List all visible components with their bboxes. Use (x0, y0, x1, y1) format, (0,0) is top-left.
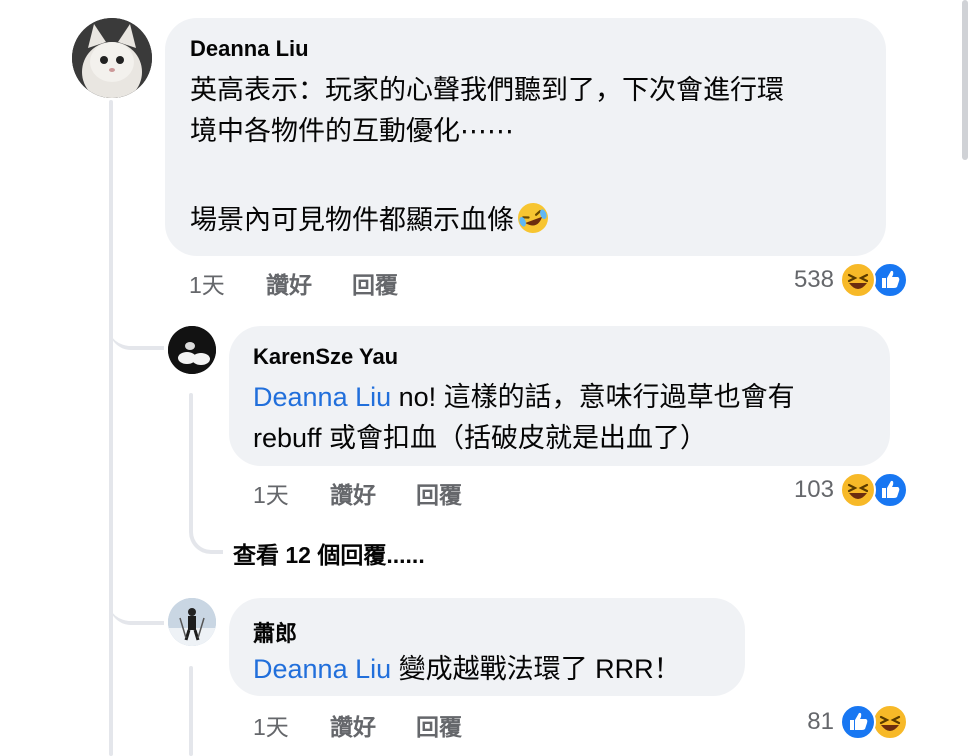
reply-time[interactable]: 1天 (253, 708, 289, 742)
comment-time[interactable]: 1天 (189, 266, 225, 300)
reply-avatar-image (168, 326, 216, 374)
haha-icon (840, 472, 876, 508)
reply-text-line-1: Deanna Liu no! 這樣的話，意味行過草也會有 (253, 377, 795, 418)
haha-icon (840, 262, 876, 298)
like-icon (872, 262, 908, 298)
scrollbar[interactable] (962, 0, 968, 160)
reply-like-button[interactable]: 讚好 (330, 708, 376, 742)
thread-line-reply-2 (189, 666, 193, 756)
reply-reaction-count[interactable]: 81 (770, 708, 834, 736)
haha-icon (872, 704, 908, 740)
thread-curve-reply-2 (109, 575, 164, 625)
reply-author[interactable]: 蕭郎 (253, 616, 297, 648)
comment-text-line-2: 境中各物件的互動優化⋯⋯ (190, 116, 514, 146)
mention-link[interactable]: Deanna Liu (253, 382, 391, 412)
view-more-replies-link[interactable]: 查看 12 個回覆...... (233, 536, 425, 570)
reply-reaction-count[interactable]: 103 (770, 476, 834, 504)
mention-link[interactable]: Deanna Liu (253, 654, 391, 684)
reply-text-line-2: rebuff 或會扣血（括破皮就是出血了） (253, 423, 708, 453)
like-icon (840, 704, 876, 740)
rofl-emoji (516, 201, 550, 235)
thread-line-main (109, 100, 113, 756)
reply-like-button[interactable]: 讚好 (330, 476, 376, 510)
reply-avatar[interactable] (168, 326, 216, 374)
comment-reply-button[interactable]: 回覆 (352, 266, 398, 300)
like-icon (872, 472, 908, 508)
skier-avatar-image (168, 598, 216, 646)
thread-curve-reply-1 (109, 300, 164, 350)
reply-time[interactable]: 1天 (253, 476, 289, 510)
thread-line-reply-1 (189, 393, 193, 523)
reply-text: 變成越戰法環了 RRR！ (391, 654, 681, 684)
thread-curve-view-more (189, 510, 223, 554)
comment-text-line-1: 英高表示：玩家的心聲我們聽到了，下次會進行環 (190, 75, 784, 105)
comment-text-line-3: 場景內可見物件都顯示血條 (190, 200, 550, 241)
comment-like-button[interactable]: 讚好 (266, 266, 312, 300)
comment-author[interactable]: Deanna Liu (190, 36, 309, 62)
reply-reply-button[interactable]: 回覆 (416, 708, 462, 742)
reply-reply-button[interactable]: 回覆 (416, 476, 462, 510)
cat-avatar-image (72, 18, 152, 98)
reply-author[interactable]: KarenSze Yau (253, 344, 398, 370)
rofl-icon (518, 203, 548, 233)
comment-text-extra: 場景內可見物件都顯示血條 (190, 205, 514, 235)
reply-text-line-1: Deanna Liu 變成越戰法環了 RRR！ (253, 649, 681, 690)
comment-reaction-count[interactable]: 538 (770, 266, 834, 294)
avatar[interactable] (72, 18, 152, 98)
reply-text: no! 這樣的話，意味行過草也會有 (391, 382, 795, 412)
reply-avatar[interactable] (168, 598, 216, 646)
